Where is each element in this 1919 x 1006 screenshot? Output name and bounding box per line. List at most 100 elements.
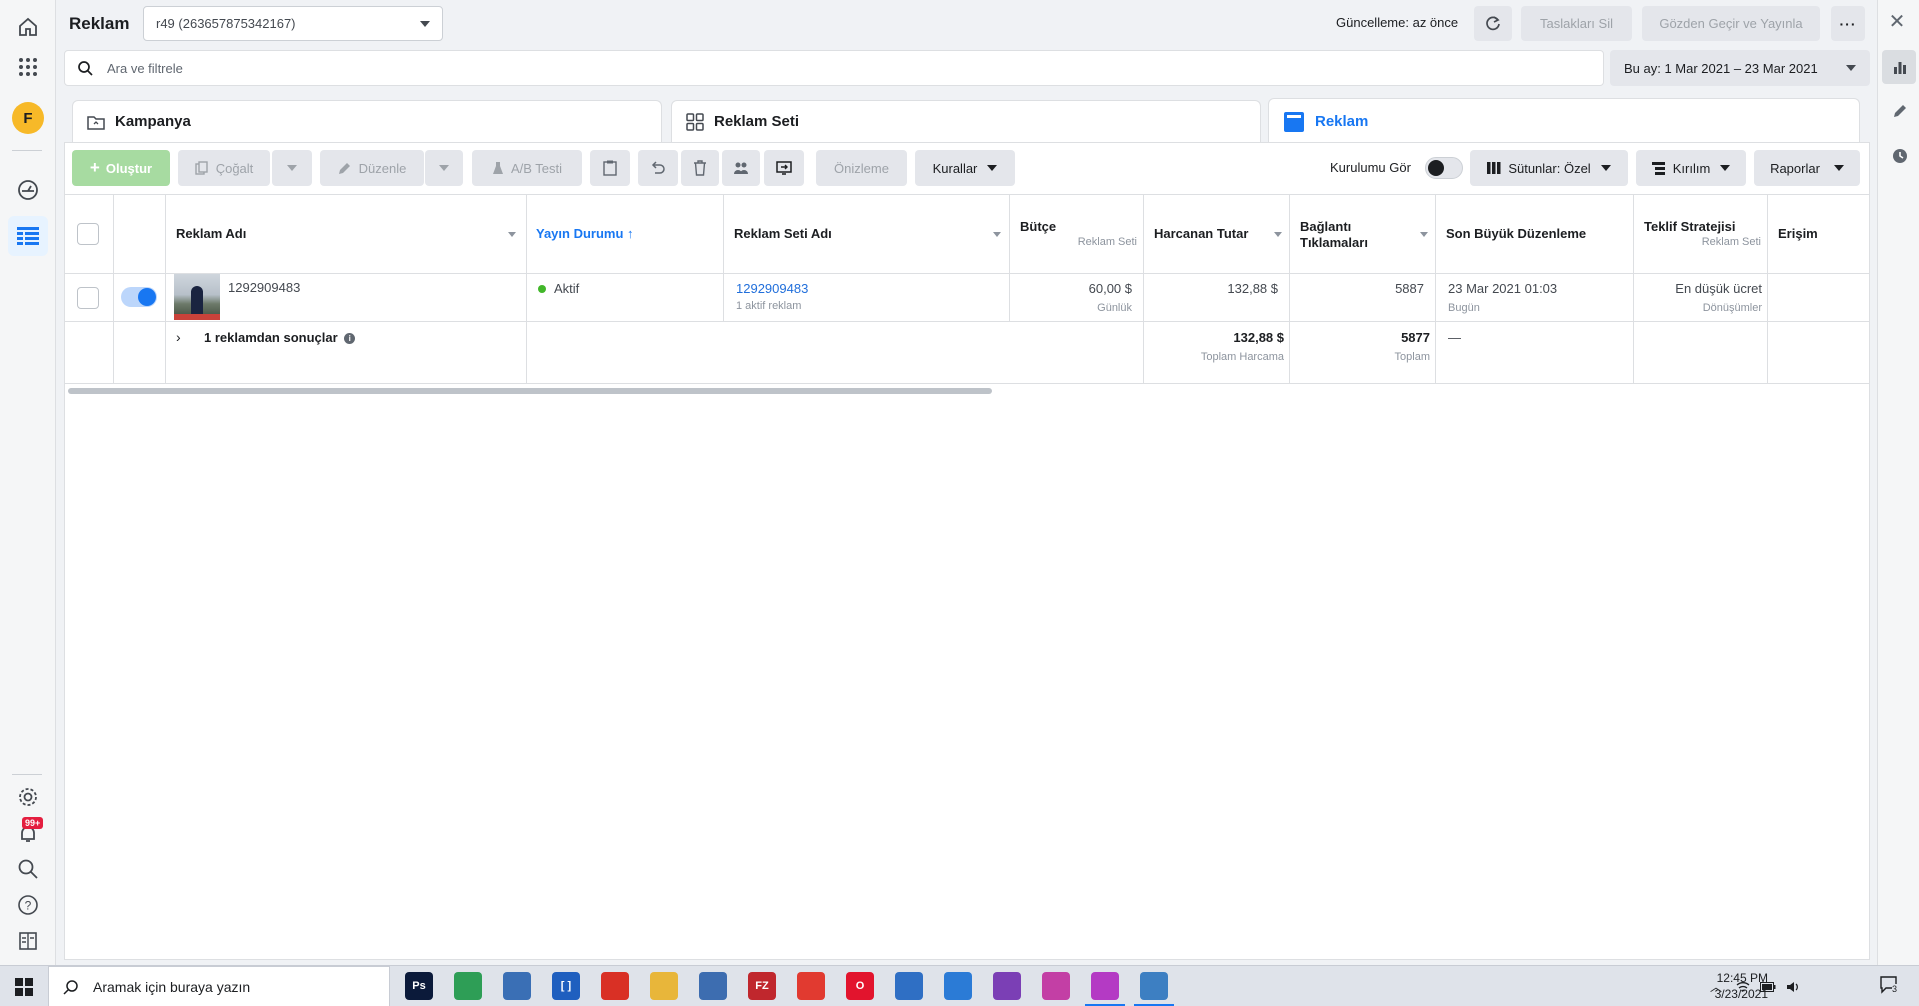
col-divider	[1289, 194, 1290, 384]
search-input[interactable]	[107, 60, 1507, 76]
sort-caret-icon[interactable]	[993, 232, 1001, 237]
col-header-ad-name[interactable]: Reklam Adı	[176, 226, 246, 241]
account-avatar[interactable]: F	[12, 102, 44, 134]
sort-caret-icon[interactable]	[508, 232, 516, 237]
clipboard-icon	[603, 160, 617, 176]
chevron-down-icon	[1833, 165, 1844, 171]
opera-icon[interactable]: O	[846, 972, 874, 1000]
edit-pencil-icon[interactable]	[1889, 100, 1911, 122]
report-panel-icon[interactable]	[14, 927, 42, 955]
anydesk-icon[interactable]	[797, 972, 825, 1000]
last-edit-value[interactable]: 23 Mar 2021 01:03	[1448, 281, 1557, 296]
breakdown-button[interactable]: Kırılım	[1636, 150, 1746, 186]
create-button[interactable]: + Oluştur	[72, 150, 170, 186]
search-filter-bar	[64, 50, 1604, 86]
delete-button[interactable]	[681, 150, 719, 186]
tab-campaign[interactable]: Kampanya	[72, 100, 662, 142]
remote-icon[interactable]	[699, 972, 727, 1000]
action-center-icon[interactable]: 3	[1880, 976, 1900, 994]
bracket-app-icon[interactable]: [ ]	[552, 972, 580, 1000]
col-header-delivery[interactable]: Yayın Durumu ↑	[536, 226, 634, 241]
col-header-last-edit[interactable]: Son Büyük Düzenleme	[1446, 226, 1586, 241]
col-divider	[723, 194, 724, 322]
duplicate-dropdown-button[interactable]	[272, 150, 312, 186]
chrome-icon[interactable]	[601, 972, 629, 1000]
refresh-button[interactable]	[1474, 6, 1512, 41]
volume-icon[interactable]	[1786, 981, 1800, 993]
undo-button[interactable]	[638, 150, 678, 186]
audience-button[interactable]	[722, 150, 760, 186]
chevron-down-icon	[1846, 65, 1856, 71]
taskbar-search[interactable]: Aramak için buraya yazın	[48, 966, 390, 1006]
columns-button[interactable]: Sütunlar: Özel	[1470, 150, 1628, 186]
dashboard-gauge-icon[interactable]	[14, 176, 42, 204]
sort-caret-icon[interactable]	[1274, 232, 1282, 237]
row-checkbox[interactable]	[77, 287, 99, 309]
ad-status-toggle[interactable]	[121, 287, 157, 307]
ad-thumbnail[interactable]	[174, 274, 220, 320]
settings-gear-icon[interactable]	[14, 783, 42, 811]
date-range-label: Bu ay: 1 Mar 2021 – 23 Mar 2021	[1624, 60, 1818, 76]
expand-chevron-icon[interactable]: ›	[176, 329, 181, 345]
chevron-down-icon	[420, 20, 430, 27]
more-options-button[interactable]: ···	[1831, 6, 1865, 41]
chevron-down-icon	[1600, 165, 1611, 171]
col-header-link-clicks-line1[interactable]: Bağlantı	[1300, 219, 1351, 234]
horizontal-scrollbar[interactable]	[68, 388, 992, 394]
col-divider	[1633, 194, 1634, 384]
ab-test-button[interactable]: A/B Testi	[472, 150, 582, 186]
edit-dropdown-button[interactable]	[425, 150, 463, 186]
info-icon[interactable]: i	[344, 333, 356, 345]
col-header-adset-name[interactable]: Reklam Seti Adı	[734, 226, 832, 241]
col-header-reach[interactable]: Erişim	[1778, 226, 1818, 241]
select-all-checkbox[interactable]	[77, 223, 99, 245]
taskbar-clock[interactable]: 12:45 PM 3/23/2021	[1688, 970, 1768, 1002]
maps-icon[interactable]	[454, 972, 482, 1000]
monster-icon[interactable]	[993, 972, 1021, 1000]
clipboard-button[interactable]	[590, 150, 630, 186]
setup-toggle[interactable]	[1425, 157, 1463, 179]
thunderbird-icon[interactable]	[895, 972, 923, 1000]
folder-icon[interactable]	[650, 972, 678, 1000]
close-icon[interactable]: ✕	[1887, 12, 1907, 32]
reports-button[interactable]: Raporlar	[1754, 150, 1860, 186]
col-header-link-clicks-line2[interactable]: Tıklamaları	[1300, 235, 1368, 250]
ads-manager-table-icon[interactable]	[14, 222, 42, 250]
rules-button[interactable]: Kurallar	[915, 150, 1015, 186]
windows-start-icon[interactable]	[15, 978, 33, 996]
col-header-bid-strategy[interactable]: Teklif Stratejisi	[1644, 219, 1736, 234]
review-publish-button[interactable]: Gözden Geçir ve Yayınla	[1642, 6, 1820, 41]
tab-ad-label: Reklam	[1315, 113, 1369, 130]
apps-grid-icon[interactable]	[14, 53, 42, 81]
col-header-spent[interactable]: Harcanan Tutar	[1154, 226, 1248, 241]
firefox-icon[interactable]	[944, 972, 972, 1000]
date-range-picker[interactable]: Bu ay: 1 Mar 2021 – 23 Mar 2021	[1610, 50, 1870, 86]
photoshop-icon[interactable]: Ps	[405, 972, 433, 1000]
duplicate-button[interactable]: Çoğalt	[178, 150, 270, 186]
charts-icon[interactable]	[1889, 56, 1911, 78]
network-icon[interactable]	[503, 972, 531, 1000]
view-changes-button[interactable]	[764, 150, 804, 186]
link-clicks-value: 5887	[1395, 281, 1424, 296]
history-clock-icon[interactable]	[1889, 145, 1911, 167]
toggle-knob	[138, 288, 156, 306]
home-icon[interactable]	[14, 13, 42, 41]
col-header-budget[interactable]: Bütçe	[1020, 219, 1056, 234]
swirl-app-2-icon[interactable]	[1085, 972, 1125, 1006]
account-selector[interactable]: r49 (263657875342167)	[143, 6, 443, 41]
budget-value[interactable]: 60,00 $	[1020, 281, 1132, 296]
tab-ad[interactable]: Reklam	[1268, 98, 1860, 144]
tab-adset[interactable]: Reklam Seti	[671, 100, 1261, 142]
photos-icon[interactable]	[1134, 972, 1174, 1006]
filezilla-icon[interactable]: FZ	[748, 972, 776, 1000]
help-icon[interactable]: ?	[14, 891, 42, 919]
sort-caret-icon[interactable]	[1420, 232, 1428, 237]
delete-drafts-button[interactable]: Taslakları Sil	[1521, 6, 1632, 41]
search-icon[interactable]	[14, 855, 42, 883]
preview-button[interactable]: Önizleme	[816, 150, 907, 186]
edit-button[interactable]: Düzenle	[320, 150, 424, 186]
adset-name-link[interactable]: 1292909483	[736, 281, 808, 296]
columns-button-label: Sütunlar: Özel	[1508, 160, 1591, 176]
swirl-app-icon[interactable]	[1042, 972, 1070, 1000]
ad-name[interactable]: 1292909483	[228, 280, 300, 295]
